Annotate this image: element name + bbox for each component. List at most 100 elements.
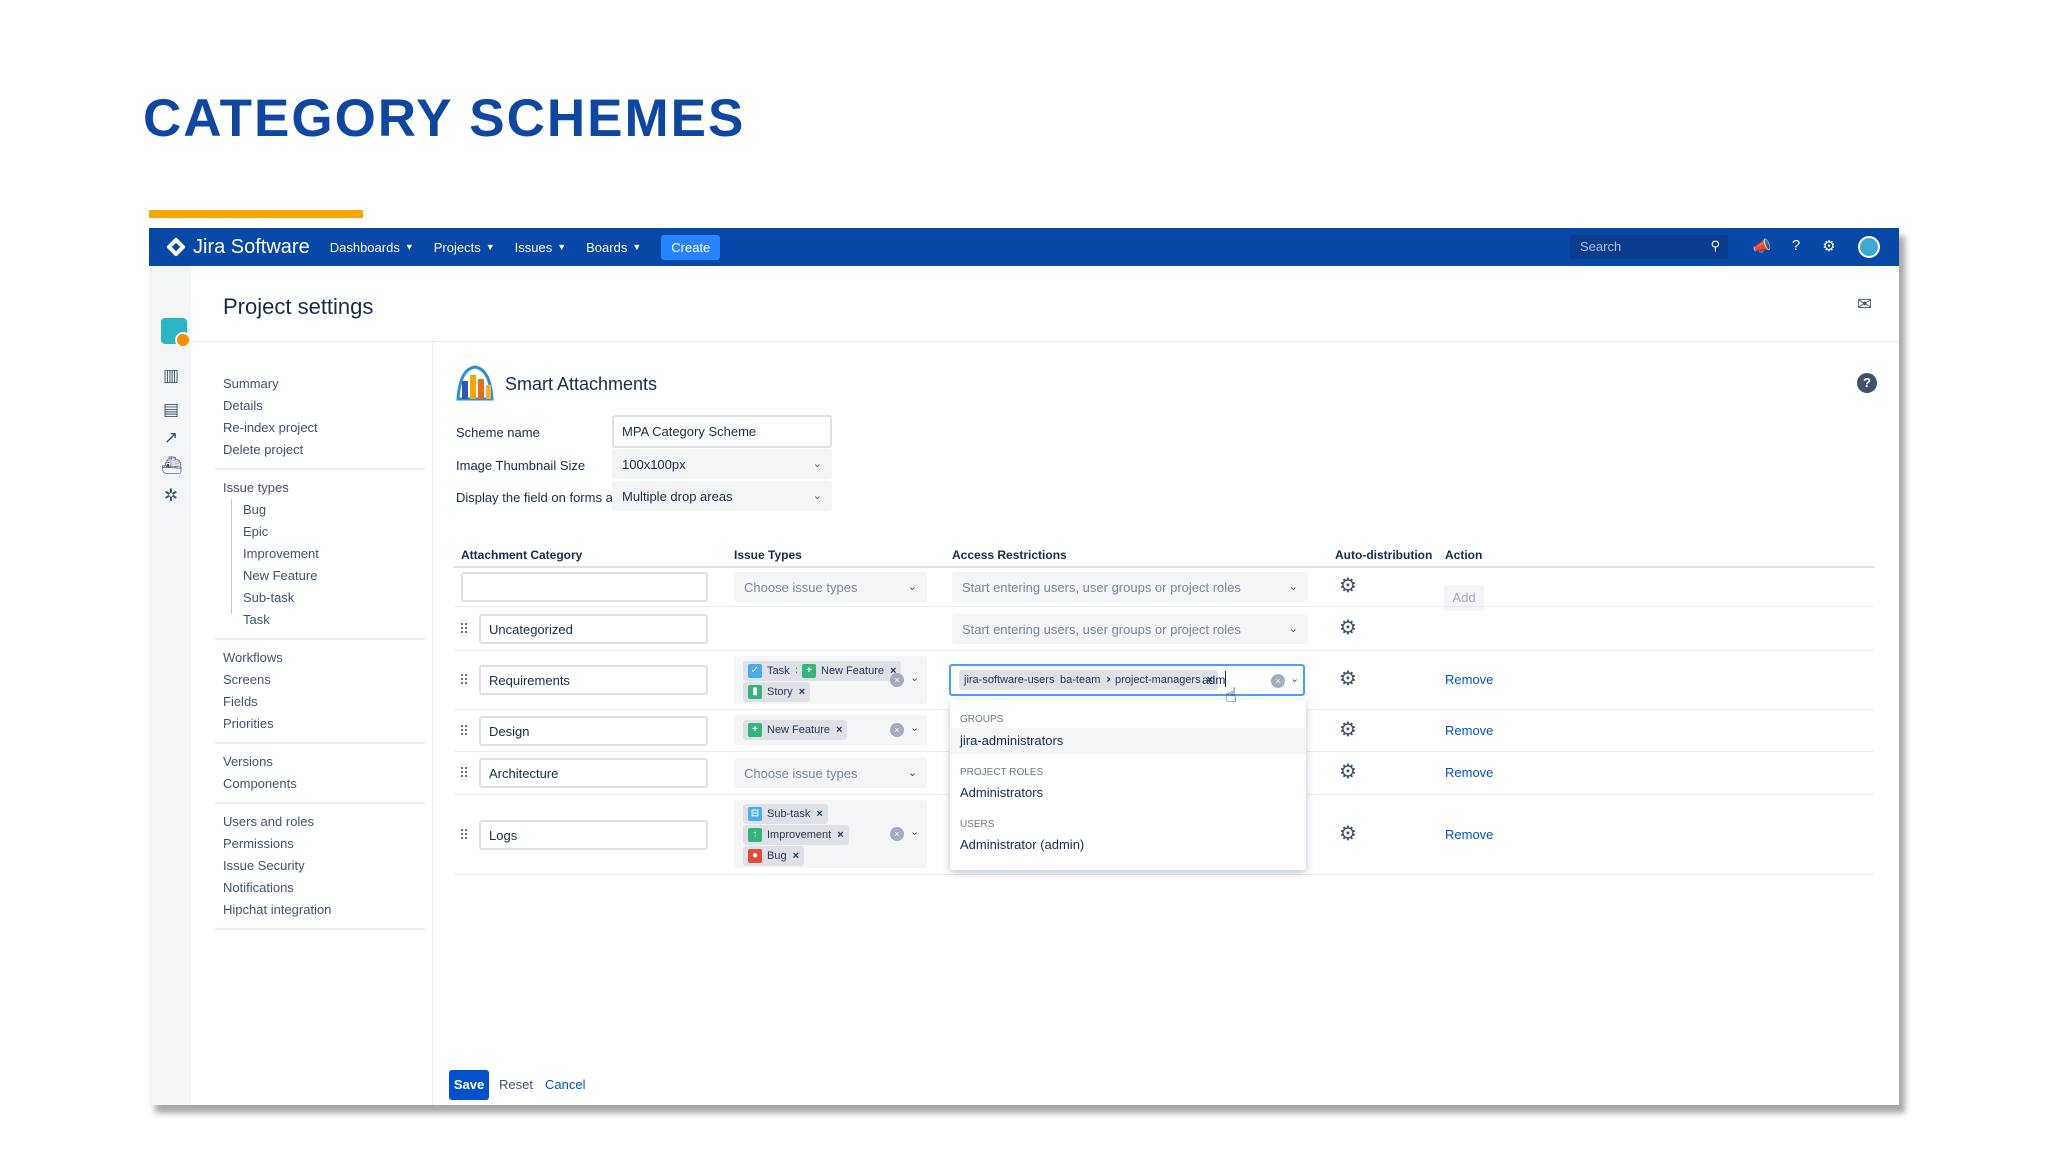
dropdown-option[interactable]: Administrator (admin) bbox=[950, 832, 1306, 858]
search-input[interactable]: Search ⚲ bbox=[1570, 235, 1728, 259]
category-name-input[interactable]: Design bbox=[479, 716, 708, 746]
thumbnail-size-select[interactable]: 100x100px ⌄ bbox=[612, 449, 832, 479]
project-avatar[interactable] bbox=[161, 318, 191, 348]
typed-text[interactable]: adm bbox=[1202, 673, 1225, 687]
menu-issue-types[interactable]: Issue types bbox=[223, 480, 289, 495]
notifications-icon[interactable]: 📣 bbox=[1752, 237, 1772, 257]
issue-type-chip[interactable]: ▮ Story × bbox=[743, 682, 811, 702]
menu-issue-type-new-feature[interactable]: New Feature bbox=[243, 568, 317, 583]
new-category-input[interactable] bbox=[461, 572, 708, 602]
menu-users-and-roles[interactable]: Users and roles bbox=[223, 814, 314, 829]
issue-type-chip[interactable]: ⊟ Sub-task × bbox=[743, 804, 828, 824]
dropdown-option[interactable]: jira-administrators bbox=[950, 728, 1306, 754]
nav-projects[interactable]: Projects ▼ bbox=[434, 240, 495, 255]
nav-dashboards[interactable]: Dashboards ▼ bbox=[330, 240, 414, 255]
remove-chip-icon[interactable]: × bbox=[836, 724, 842, 736]
menu-issue-security[interactable]: Issue Security bbox=[223, 858, 305, 873]
create-button[interactable]: Create bbox=[661, 234, 721, 260]
auto-distribution-gear-icon[interactable]: ⚙ bbox=[1338, 618, 1358, 638]
display-field-select[interactable]: Multiple drop areas ⌄ bbox=[612, 481, 832, 511]
remove-chip-icon[interactable]: × bbox=[799, 686, 805, 698]
remove-link[interactable]: Remove bbox=[1445, 765, 1493, 780]
drag-handle-icon[interactable]: ⠿ bbox=[459, 621, 469, 638]
menu-hipchat-integration[interactable]: Hipchat integration bbox=[223, 902, 331, 917]
menu-issue-type-bug[interactable]: Bug bbox=[243, 502, 266, 517]
access-select[interactable]: Start entering users, user groups or pro… bbox=[952, 614, 1308, 644]
releases-icon[interactable]: ⛴ bbox=[161, 456, 183, 476]
remove-chip-icon[interactable]: × bbox=[837, 829, 843, 841]
clear-icon[interactable]: × bbox=[890, 723, 904, 737]
issue-types-multiselect[interactable]: ⊟ Sub-task × ↑ Improvement × ● Bug × × ⌄ bbox=[734, 800, 927, 868]
user-avatar[interactable] bbox=[1858, 236, 1880, 258]
category-name-input[interactable]: Uncategorized bbox=[479, 614, 708, 644]
chevron-down-icon[interactable]: ⌄ bbox=[910, 721, 919, 734]
menu-screens[interactable]: Screens bbox=[223, 672, 271, 687]
menu-permissions[interactable]: Permissions bbox=[223, 836, 294, 851]
menu-priorities[interactable]: Priorities bbox=[223, 716, 274, 731]
feedback-icon[interactable]: ✉ bbox=[1857, 294, 1872, 315]
clear-icon[interactable]: × bbox=[890, 673, 904, 687]
menu-notifications[interactable]: Notifications bbox=[223, 880, 294, 895]
save-button[interactable]: Save bbox=[449, 1070, 489, 1100]
menu-fields[interactable]: Fields bbox=[223, 694, 258, 709]
issue-type-chip[interactable]: + New Feature × bbox=[797, 661, 902, 681]
issue-types-multiselect[interactable]: + New Feature × × ⌄ bbox=[734, 715, 927, 745]
clear-icon[interactable]: × bbox=[1271, 674, 1285, 688]
access-multiselect-focused[interactable]: jira-software-users × ba-team× project-ma… bbox=[949, 664, 1305, 696]
menu-issue-type-sub-task[interactable]: Sub-task bbox=[243, 590, 294, 605]
help-icon[interactable]: ? bbox=[1857, 373, 1877, 393]
remove-chip-icon[interactable]: × bbox=[793, 850, 799, 862]
issue-types-select[interactable]: Choose issue types ⌄ bbox=[734, 758, 927, 788]
drag-handle-icon[interactable]: ⠿ bbox=[459, 672, 469, 689]
chevron-down-icon[interactable]: ⌄ bbox=[910, 671, 919, 684]
settings-gear-icon[interactable]: ⚙ bbox=[1819, 237, 1839, 257]
remove-link[interactable]: Remove bbox=[1445, 723, 1493, 738]
clear-icon[interactable]: × bbox=[890, 827, 904, 841]
category-name-input[interactable]: Architecture bbox=[479, 758, 708, 788]
menu-issue-type-task[interactable]: Task bbox=[243, 612, 270, 627]
help-icon[interactable]: ? bbox=[1786, 237, 1806, 257]
chevron-down-icon[interactable]: ⌄ bbox=[910, 825, 919, 838]
reset-button[interactable]: Reset bbox=[499, 1077, 533, 1092]
nav-boards[interactable]: Boards ▼ bbox=[586, 240, 641, 255]
remove-link[interactable]: Remove bbox=[1445, 672, 1493, 687]
menu-summary[interactable]: Summary bbox=[223, 376, 279, 391]
add-button[interactable]: Add bbox=[1444, 585, 1484, 611]
drag-handle-icon[interactable]: ⠿ bbox=[459, 827, 469, 844]
menu-workflows[interactable]: Workflows bbox=[223, 650, 283, 665]
add-ons-icon[interactable]: ✲ bbox=[161, 486, 181, 506]
category-name-input[interactable]: Requirements bbox=[479, 665, 708, 695]
drag-handle-icon[interactable]: ⠿ bbox=[459, 723, 469, 740]
new-access-select[interactable]: Start entering users, user groups or pro… bbox=[952, 572, 1308, 602]
category-name-input[interactable]: Logs bbox=[479, 820, 708, 850]
reports-icon[interactable]: ↗ bbox=[161, 428, 181, 448]
jira-logo[interactable]: Jira Software bbox=[166, 236, 310, 259]
remove-chip-icon[interactable]: × bbox=[816, 808, 822, 820]
issue-type-chip[interactable]: + New Feature × bbox=[743, 720, 848, 740]
board-icon[interactable]: ▥ bbox=[161, 366, 181, 386]
cancel-link[interactable]: Cancel bbox=[545, 1077, 585, 1092]
access-chip[interactable]: ba-team× bbox=[1055, 670, 1118, 690]
scheme-name-field[interactable]: MPA Category Scheme bbox=[612, 415, 832, 448]
issue-type-chip[interactable]: ● Bug × bbox=[743, 846, 805, 866]
auto-distribution-gear-icon[interactable]: ⚙ bbox=[1338, 824, 1358, 844]
dropdown-option[interactable]: Administrators bbox=[950, 780, 1306, 806]
auto-distribution-gear-icon[interactable]: ⚙ bbox=[1338, 576, 1358, 596]
nav-issues[interactable]: Issues ▼ bbox=[515, 240, 567, 255]
issue-type-chip[interactable]: ↑ Improvement × bbox=[743, 825, 849, 845]
menu-reindex-project[interactable]: Re-index project bbox=[223, 420, 318, 435]
menu-components[interactable]: Components bbox=[223, 776, 297, 791]
issue-types-multiselect[interactable]: ✓Task× +New Feature× ▮Story× × ⌄ bbox=[734, 656, 927, 704]
auto-distribution-gear-icon[interactable]: ⚙ bbox=[1338, 720, 1358, 740]
menu-delete-project[interactable]: Delete project bbox=[223, 442, 303, 457]
backlog-icon[interactable]: ▤ bbox=[161, 400, 181, 420]
new-issue-types-select[interactable]: Choose issue types ⌄ bbox=[734, 572, 927, 602]
auto-distribution-gear-icon[interactable]: ⚙ bbox=[1338, 669, 1358, 689]
auto-distribution-gear-icon[interactable]: ⚙ bbox=[1338, 762, 1358, 782]
menu-versions[interactable]: Versions bbox=[223, 754, 273, 769]
menu-issue-type-improvement[interactable]: Improvement bbox=[243, 546, 319, 561]
chevron-down-icon[interactable]: ⌄ bbox=[1290, 672, 1299, 685]
menu-details[interactable]: Details bbox=[223, 398, 263, 413]
remove-link[interactable]: Remove bbox=[1445, 827, 1493, 842]
menu-issue-type-epic[interactable]: Epic bbox=[243, 524, 268, 539]
